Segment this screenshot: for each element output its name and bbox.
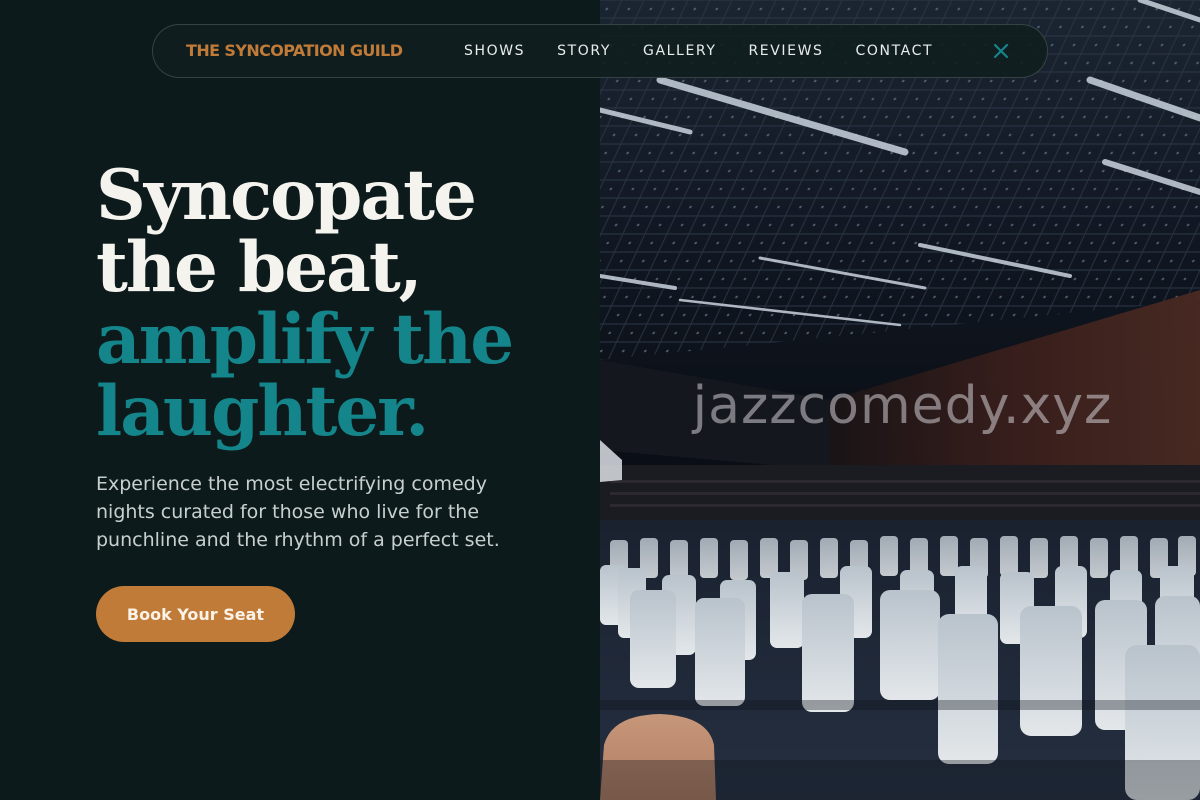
brand-logo[interactable]: THE SYNCOPATION GUILD: [186, 25, 403, 77]
nav-link-reviews[interactable]: REVIEWS: [748, 43, 823, 59]
hero-headline: Syncopate the beat, amplify the laughter…: [96, 155, 514, 452]
hero-image: jazzcomedy.xyz: [600, 0, 1200, 800]
nav-link-gallery[interactable]: GALLERY: [643, 43, 716, 59]
banquet-hall-image: [600, 0, 1200, 800]
headline-line-3: amplify the: [96, 299, 514, 380]
headline-line-2: the beat,: [96, 227, 423, 308]
hero-section: Syncopate the beat, amplify the laughter…: [0, 0, 600, 800]
nav-link-shows[interactable]: SHOWS: [464, 43, 525, 59]
headline-line-4: laughter.: [96, 371, 429, 452]
close-icon: [993, 43, 1009, 59]
nav-link-story[interactable]: STORY: [557, 43, 611, 59]
nav-link-contact[interactable]: CONTACT: [856, 43, 934, 59]
top-navbar: THE SYNCOPATION GUILD SHOWS STORY GALLER…: [152, 24, 1048, 78]
headline-line-1: Syncopate: [96, 155, 477, 236]
hero-subtext: Experience the most electrifying comedy …: [96, 473, 500, 551]
close-menu-button[interactable]: [989, 39, 1013, 63]
page: Syncopate the beat, amplify the laughter…: [0, 0, 1200, 800]
nav-links: SHOWS STORY GALLERY REVIEWS CONTACT: [464, 25, 933, 77]
book-seat-button[interactable]: Book Your Seat: [96, 586, 295, 642]
